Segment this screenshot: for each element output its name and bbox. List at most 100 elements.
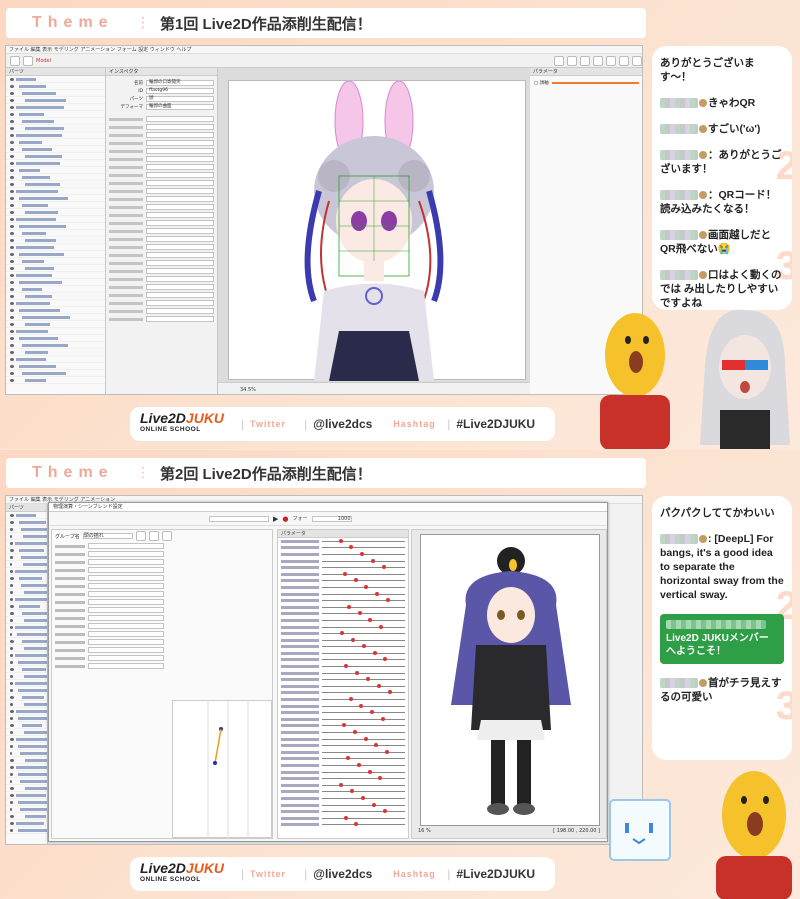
tree-row[interactable] [6,708,47,715]
slider-track[interactable] [322,795,405,800]
setting-row[interactable] [106,243,217,251]
parameter-slider-row[interactable] [278,597,408,604]
slider-knob[interactable] [348,697,353,702]
tree-row[interactable] [6,188,105,195]
setting-row[interactable] [106,131,217,139]
parameter-slider-row[interactable] [278,564,408,571]
physics-setting-row[interactable] [52,598,167,606]
fps-field[interactable]: 1000 [311,515,352,522]
parameter-slider-row[interactable] [278,795,408,802]
setting-field[interactable] [146,204,214,210]
visibility-eye-icon[interactable] [10,611,14,615]
visibility-eye-icon[interactable] [10,287,14,291]
setting-field[interactable] [88,615,164,621]
visibility-eye-icon[interactable] [10,175,14,179]
visibility-eye-icon[interactable] [10,231,14,235]
visibility-eye-icon[interactable] [10,807,13,811]
zoom-readout[interactable]: 16 % [418,828,431,834]
visibility-eye-icon[interactable] [10,695,14,699]
visibility-eye-icon[interactable] [10,371,14,375]
setting-field[interactable] [146,132,214,138]
physics-setting-row[interactable] [52,662,167,670]
parameter-slider-row[interactable] [278,756,408,763]
setting-field[interactable] [146,148,214,154]
setting-field[interactable] [146,244,214,250]
slider-track[interactable] [322,710,405,715]
slider-knob[interactable] [342,571,347,576]
parameter-slider-row[interactable] [278,650,408,657]
slider-knob[interactable] [370,558,375,563]
parameter-slider-row[interactable] [278,676,408,683]
tree-row[interactable] [6,736,47,743]
slider-knob[interactable] [343,815,348,820]
slider-track[interactable] [322,690,405,695]
slider-knob[interactable] [383,657,388,662]
slider-track[interactable] [322,551,405,556]
tree-row[interactable] [6,792,47,799]
property-value-field[interactable]: 輪郭の曲面 [146,104,214,110]
physics-setting-row[interactable] [52,630,167,638]
visibility-eye-icon[interactable] [10,744,13,748]
setting-field[interactable] [146,300,214,306]
visibility-eye-icon[interactable] [10,196,14,200]
parameter-slider-row[interactable] [278,690,408,697]
setting-field[interactable] [146,172,214,178]
tree-row[interactable] [6,820,47,827]
parameter-slider-row[interactable] [278,551,408,558]
setting-field[interactable] [146,188,214,194]
setting-field[interactable] [88,599,164,605]
tree-row[interactable] [6,139,105,146]
visibility-eye-icon[interactable] [10,674,13,678]
visibility-eye-icon[interactable] [10,266,14,270]
setting-field[interactable] [146,252,214,258]
tree-row[interactable] [6,554,47,561]
physics-setting-row[interactable] [52,646,167,654]
parameter-slider-row[interactable] [278,822,408,829]
tree-row[interactable] [6,300,105,307]
slider-knob[interactable] [356,762,361,767]
parameter-slider-row[interactable] [278,584,408,591]
tree-row[interactable] [6,118,105,125]
physics-setting-row[interactable] [52,606,167,614]
setting-field[interactable] [146,292,214,298]
setting-row[interactable] [106,283,217,291]
physics-setting-row[interactable] [52,622,167,630]
visibility-eye-icon[interactable] [10,336,14,340]
slider-track[interactable] [322,756,405,761]
parameter-slider-row[interactable] [278,769,408,776]
physics-setting-row[interactable] [52,550,167,558]
tree-row[interactable] [6,356,105,363]
tree-row[interactable] [6,272,105,279]
property-value-field[interactable]: 輪郭の口寄開笑 [146,80,214,86]
tree-row[interactable] [6,223,105,230]
visibility-eye-icon[interactable] [10,133,14,137]
setting-field[interactable] [146,116,214,122]
tree-row[interactable] [6,349,105,356]
tree-row[interactable] [6,202,105,209]
parameter-slider-row[interactable] [278,683,408,690]
tree-row[interactable] [6,603,47,610]
parameter-slider-row[interactable] [278,578,408,585]
duplicate-button[interactable] [161,531,172,541]
visibility-eye-icon[interactable] [10,84,14,88]
slider-track[interactable] [322,558,405,563]
slider-track[interactable] [322,637,405,642]
setting-field[interactable] [88,575,164,581]
tree-row[interactable] [6,307,105,314]
slider-track[interactable] [322,782,405,787]
parameter-slider-row[interactable] [278,716,408,723]
slider-track[interactable] [322,644,405,649]
setting-field[interactable] [88,559,164,565]
tree-row[interactable] [6,673,47,680]
visibility-eye-icon[interactable] [10,828,14,832]
slider-knob[interactable] [364,584,369,589]
slider-knob[interactable] [378,776,383,781]
tree-row[interactable] [6,76,105,83]
setting-field[interactable] [88,583,164,589]
visibility-eye-icon[interactable] [10,758,14,762]
visibility-eye-icon[interactable] [10,203,14,207]
visibility-eye-icon[interactable] [10,737,14,741]
tree-row[interactable] [6,342,105,349]
visibility-eye-icon[interactable] [10,322,14,326]
visibility-eye-icon[interactable] [10,259,14,263]
